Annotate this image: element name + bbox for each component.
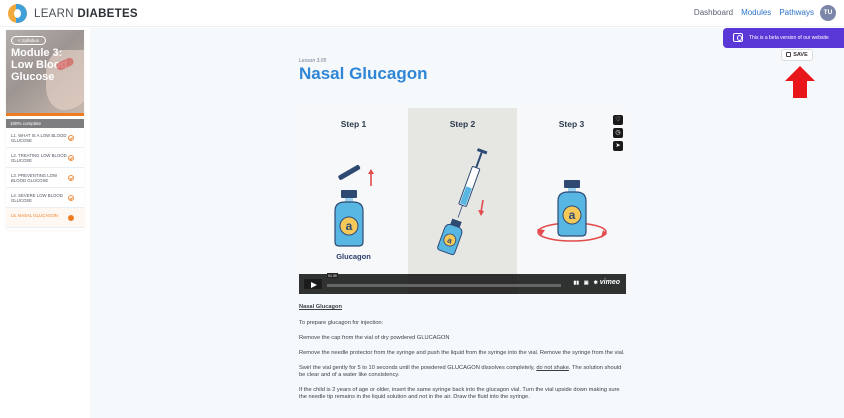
vial-cap-3 — [564, 180, 580, 188]
module-title: Module 3: Low Blood Glucose — [11, 47, 68, 83]
play-button[interactable] — [303, 278, 323, 290]
video-scrubber[interactable] — [327, 284, 561, 287]
vial-neck-3 — [568, 188, 576, 192]
sidebar-lesson-label: L5. NASAL GLUCAGON — [11, 213, 58, 218]
article-paragraph-5: If the child is 2 years of age or older,… — [299, 387, 620, 400]
sidebar-lesson-1[interactable]: L1. WHAT IS A LOW BLOOD GLUCOSE — [6, 128, 84, 148]
logo-icon — [8, 4, 27, 23]
video-control-bar: 01:39 ▮▮ ▣ ✱ vimeo — [299, 273, 626, 294]
learn-diabetes-logo[interactable]: LEARN DIABETES — [8, 4, 138, 23]
vimeo-logo[interactable]: vimeo — [600, 279, 620, 286]
red-arrow-annotation — [785, 66, 815, 98]
save-label: SAVE — [793, 52, 808, 58]
sidebar-lesson-label: L4. SEVERE LOW BLOOD GLUCOSE — [11, 193, 63, 204]
article-paragraph-2: Remove the cap from the vial of dry powd… — [299, 335, 450, 341]
save-icon — [786, 52, 792, 57]
vial-cap — [341, 190, 357, 198]
video-time: 01:39 — [327, 273, 338, 278]
user-avatar[interactable]: TU — [820, 5, 836, 21]
module-progress-bar — [6, 113, 84, 116]
glucagon-label: Glucagon — [336, 252, 371, 261]
syringe-illustration: a — [437, 148, 488, 256]
article-heading: Nasal Glucagon — [299, 304, 342, 310]
swirl-vial-illustration: a — [537, 180, 607, 242]
article-paragraph-4: Swirl the vial gently for 5 to 10 second… — [299, 365, 629, 379]
settings-icon[interactable]: ✱ — [594, 280, 598, 286]
sidebar-lesson-4[interactable]: L4. SEVERE LOW BLOOD GLUCOSE — [6, 188, 84, 208]
heart-icon[interactable]: ♡ — [613, 115, 623, 125]
module-progress-label: 100% complete — [6, 119, 84, 128]
top-navigation-bar: LEARN DIABETES Dashboard Modules Pathway… — [0, 0, 844, 27]
module-sidebar: < Syllabus Module 3: Low Blood Glucose 1… — [6, 30, 84, 230]
save-button[interactable]: SAVE — [781, 49, 813, 61]
page-title: Nasal Glucagon — [299, 64, 428, 83]
article-paragraph-1: To prepare glucagon for injection: — [299, 320, 384, 326]
nav-pathways[interactable]: Pathways — [779, 8, 814, 17]
article-paragraph-3: Remove the needle protector from the syr… — [299, 350, 625, 356]
step-3-panel: Step 3 a — [517, 108, 626, 294]
lesson-article: Nasal Glucagon To prepare glucagon for i… — [299, 304, 629, 409]
clock-icon[interactable]: ◷ — [613, 128, 623, 138]
module-hero-image: < Syllabus Module 3: Low Blood Glucose — [6, 30, 84, 113]
sidebar-lesson-3[interactable]: L3. PREVENTING LOW BLOOD GLUCOSE — [6, 168, 84, 188]
completed-check-icon — [68, 175, 74, 181]
nav-dashboard[interactable]: Dashboard — [694, 8, 733, 17]
feedback-icon — [733, 33, 743, 42]
main-nav: Dashboard Modules Pathways — [694, 8, 814, 17]
vial-letter-3: a — [569, 208, 576, 222]
nav-modules[interactable]: Modules — [741, 8, 771, 17]
syringe-needle — [457, 205, 463, 218]
vial-neck — [345, 198, 353, 202]
down-arrow-head — [478, 210, 484, 216]
logo-text: LEARN DIABETES — [34, 8, 138, 20]
step-1-panel: Step 1 a Glucagon — [299, 108, 408, 294]
captions-icon[interactable]: ▣ — [584, 280, 589, 286]
logo-text-light: LEARN — [34, 7, 74, 20]
beta-banner-text: This is a beta version of our website — [749, 35, 829, 41]
sidebar-lesson-label: L2. TREATING LOW BLOOD GLUCOSE — [11, 153, 67, 164]
vial-letter: a — [346, 219, 353, 233]
module-progress-fill — [6, 113, 84, 116]
sidebar-lesson-2[interactable]: L2. TREATING LOW BLOOD GLUCOSE — [6, 148, 84, 168]
plunger-rod — [475, 152, 483, 169]
article-p4-text: Swirl the vial gently for 5 to 10 second… — [299, 365, 537, 371]
article-p4-emphasis: do not shake — [536, 365, 569, 371]
share-icon[interactable]: ➤ — [613, 141, 623, 151]
syllabus-button[interactable]: < Syllabus — [11, 36, 46, 45]
vimeo-controls: ▮▮ ▣ ✱ vimeo — [570, 279, 620, 286]
sidebar-lesson-label: L1. WHAT IS A LOW BLOOD GLUCOSE — [11, 133, 67, 144]
glucagon-vial-illustration: a — [334, 165, 374, 247]
logo-text-bold: DIABETES — [77, 7, 138, 20]
sidebar-lesson-label: L3. PREVENTING LOW BLOOD GLUCOSE — [11, 173, 58, 184]
up-arrow-head — [368, 169, 374, 174]
removed-cap-shape — [338, 165, 361, 180]
volume-icon[interactable]: ▮▮ — [573, 280, 579, 286]
down-arrow-line — [480, 199, 484, 213]
completed-check-icon — [68, 195, 74, 201]
video-player[interactable]: Step 1 a Glucagon Step 2 a Step 3 a ♡ ◷ … — [299, 108, 626, 294]
completed-check-icon — [68, 135, 74, 141]
completed-check-icon — [68, 155, 74, 161]
beta-banner[interactable]: This is a beta version of our website — [723, 28, 844, 48]
sidebar-lesson-5[interactable]: L5. NASAL GLUCAGON — [6, 208, 84, 228]
current-lesson-dot-icon — [68, 215, 74, 221]
lesson-list: L1. WHAT IS A LOW BLOOD GLUCOSE L2. TREAT… — [6, 128, 84, 228]
step-2-panel: Step 2 a — [408, 108, 517, 294]
